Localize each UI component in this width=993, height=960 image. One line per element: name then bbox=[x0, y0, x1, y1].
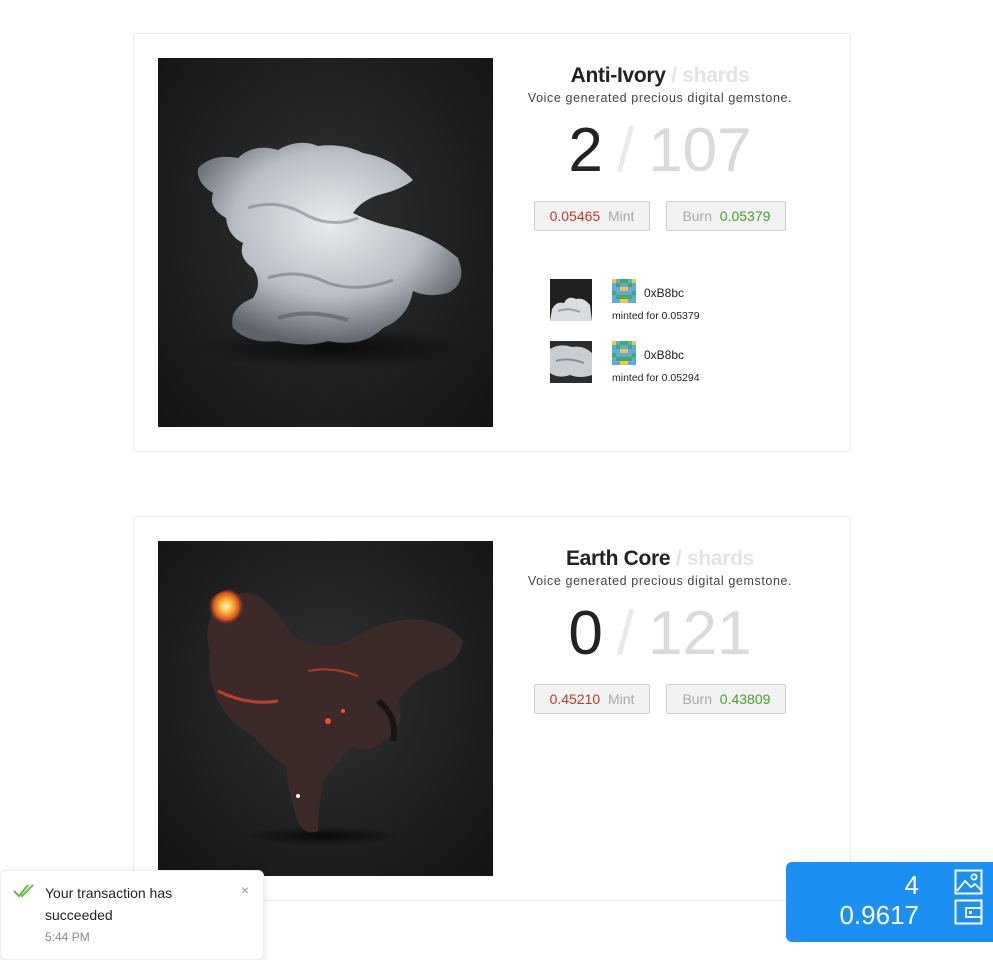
history-address[interactable]: 0xB8bc bbox=[644, 286, 684, 300]
burn-label: Burn bbox=[682, 208, 713, 224]
toast-time: 5:44 PM bbox=[45, 930, 90, 944]
gem-title[interactable]: Anti-Ivory bbox=[571, 64, 666, 87]
identicon-avatar[interactable] bbox=[612, 341, 636, 365]
ivory-thumb-image bbox=[550, 341, 592, 383]
history-item: 0xB8bc minted for 0.05294 bbox=[550, 341, 770, 403]
identicon-icon bbox=[612, 279, 636, 303]
count-separator: / bbox=[616, 599, 635, 668]
identicon-avatar[interactable] bbox=[612, 279, 636, 303]
gem-card-earth-core: Earth Core / shards Voice generated prec… bbox=[133, 516, 851, 901]
action-buttons: 0.05465 Mint Burn 0.05379 bbox=[509, 201, 811, 231]
mint-price: 0.05465 bbox=[549, 208, 601, 224]
wallet-balance: 0.9617 bbox=[839, 900, 919, 930]
title-separator: / bbox=[671, 64, 677, 87]
gem-title-row: Anti-Ivory / shards bbox=[509, 64, 811, 88]
owned-shard-count: 4 bbox=[904, 870, 919, 900]
history-price: minted for 0.05379 bbox=[612, 310, 700, 322]
gem-artwork-earth-core[interactable] bbox=[158, 541, 493, 876]
gem-artwork-anti-ivory[interactable] bbox=[158, 58, 493, 427]
history-price: minted for 0.05294 bbox=[612, 372, 700, 384]
gem-info: Earth Core / shards Voice generated prec… bbox=[509, 517, 811, 714]
ivory-rock-image bbox=[193, 142, 473, 370]
action-buttons: 0.45210 Mint Burn 0.43809 bbox=[509, 684, 811, 714]
transaction-toast: Your transaction has succeeded 5:44 PM × bbox=[0, 870, 264, 960]
minted-count: 0 bbox=[568, 599, 603, 668]
burn-button[interactable]: Burn 0.05379 bbox=[666, 201, 787, 231]
mint-button[interactable]: 0.45210 Mint bbox=[533, 684, 651, 714]
earth-core-rock-image bbox=[207, 588, 463, 846]
title-separator: / bbox=[675, 547, 682, 570]
mint-button[interactable]: 0.05465 Mint bbox=[533, 201, 651, 231]
burn-label: Burn bbox=[682, 691, 713, 707]
history-address[interactable]: 0xB8bc bbox=[644, 348, 684, 362]
burn-button[interactable]: Burn 0.43809 bbox=[666, 684, 787, 714]
wallet-widget[interactable]: 4 0.9617 bbox=[786, 862, 993, 942]
gem-subtitle: Voice generated precious digital gemston… bbox=[527, 91, 793, 105]
mint-label: Mint bbox=[607, 208, 635, 224]
double-check-icon bbox=[13, 884, 34, 898]
total-supply: 107 bbox=[648, 116, 752, 185]
history-thumbnail[interactable] bbox=[550, 279, 592, 321]
history-thumbnail[interactable] bbox=[550, 341, 592, 383]
shards-label: shards bbox=[682, 64, 750, 87]
total-supply: 121 bbox=[648, 599, 752, 668]
toast-message: Your transaction has succeeded bbox=[45, 885, 173, 923]
gem-card-anti-ivory: Anti-Ivory / shards Voice generated prec… bbox=[133, 33, 851, 452]
burn-price: 0.05379 bbox=[719, 208, 771, 224]
mint-price: 0.45210 bbox=[549, 691, 601, 707]
mint-label: Mint bbox=[607, 691, 635, 707]
shards-label: shards bbox=[686, 547, 755, 570]
supply-counter: 0/121 bbox=[509, 600, 811, 668]
wallet-icon[interactable] bbox=[954, 899, 983, 925]
gem-info: Anti-Ivory / shards Voice generated prec… bbox=[509, 34, 811, 403]
identicon-icon bbox=[612, 341, 636, 365]
burn-price: 0.43809 bbox=[719, 691, 771, 707]
count-separator: / bbox=[616, 116, 635, 185]
ivory-thumb-image bbox=[550, 279, 592, 321]
mint-history: 0xB8bc minted for 0.05379 0xB8bc minted … bbox=[509, 279, 811, 403]
gem-title[interactable]: Earth Core bbox=[566, 547, 671, 570]
supply-counter: 2/107 bbox=[509, 117, 811, 185]
minted-count: 2 bbox=[568, 116, 603, 185]
gem-title-row: Earth Core / shards bbox=[509, 547, 811, 571]
image-gallery-icon[interactable] bbox=[954, 869, 983, 895]
gem-subtitle: Voice generated precious digital gemston… bbox=[527, 574, 793, 588]
history-item: 0xB8bc minted for 0.05379 bbox=[550, 279, 770, 341]
close-icon[interactable]: × bbox=[241, 882, 249, 898]
